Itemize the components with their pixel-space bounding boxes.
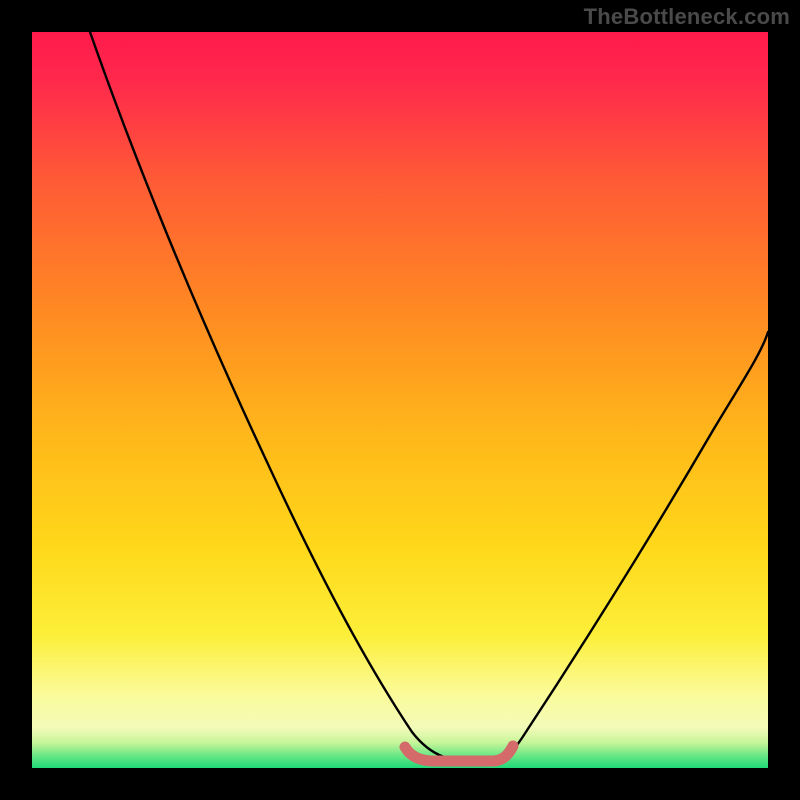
- gradient-background: [32, 32, 768, 768]
- plot-area: [32, 32, 768, 768]
- watermark-text: TheBottleneck.com: [584, 4, 790, 30]
- chart-frame: TheBottleneck.com: [0, 0, 800, 800]
- chart-svg: [32, 32, 768, 768]
